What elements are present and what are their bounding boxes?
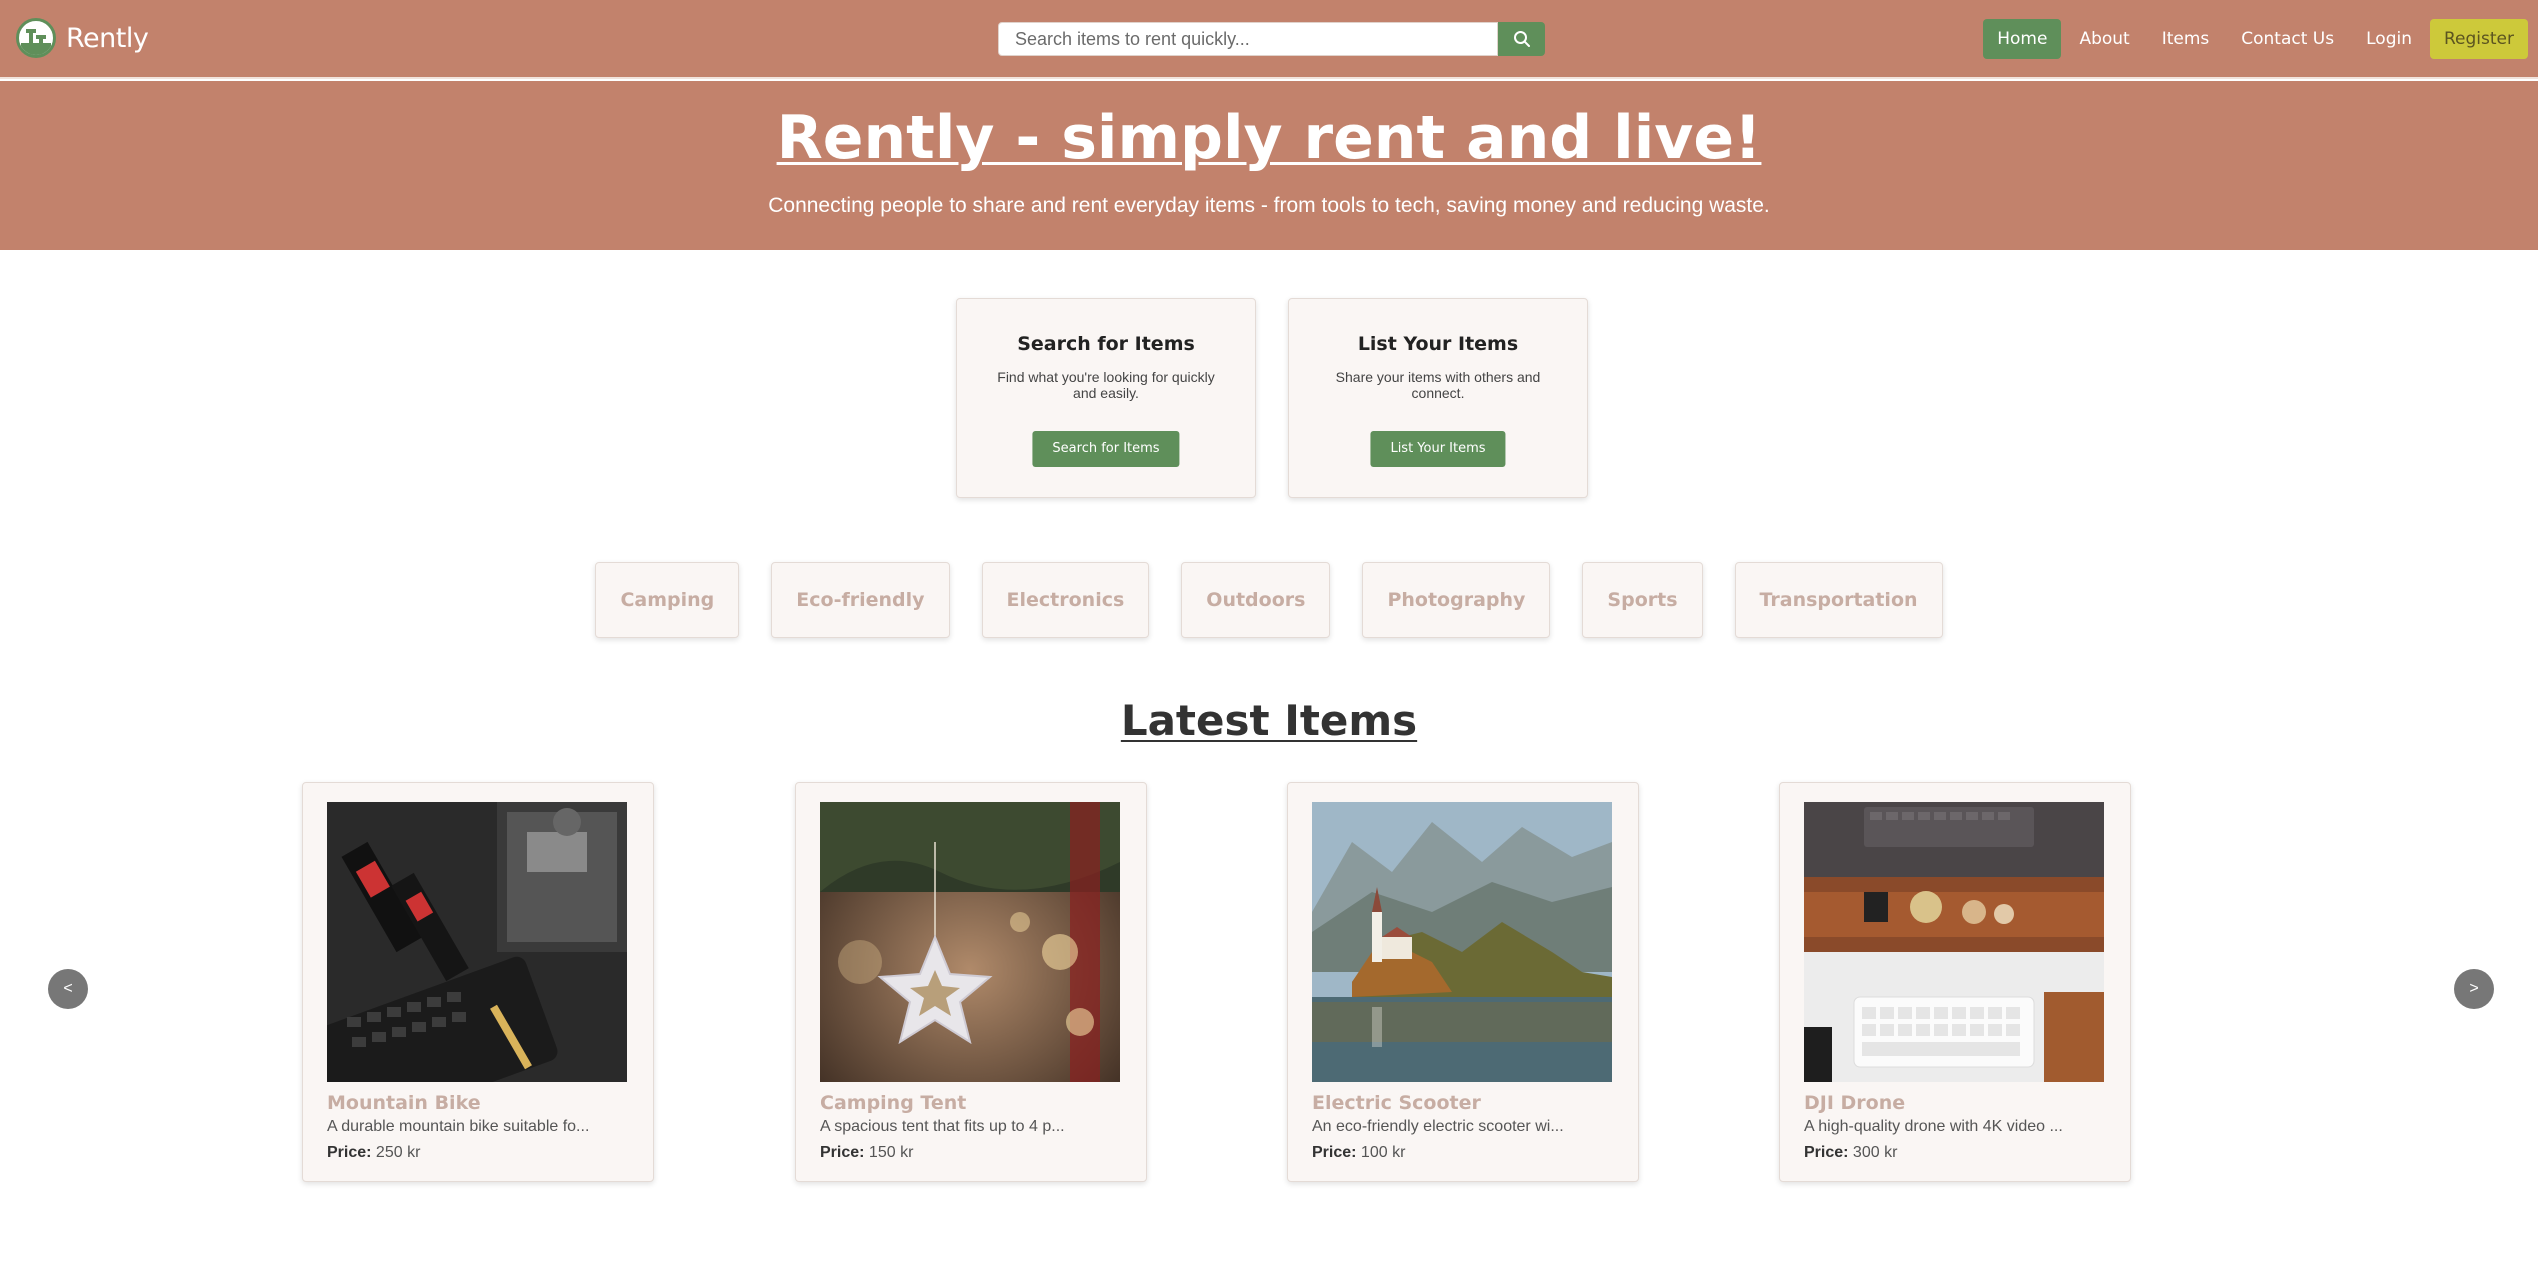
item-price: Price: 150 kr (820, 1144, 913, 1162)
item-card[interactable]: DJI Drone A high-quality drone with 4K v… (1779, 782, 2131, 1182)
item-name: Camping Tent (820, 1092, 967, 1114)
item-image (1312, 802, 1612, 1082)
brand-name[interactable]: Rently (66, 23, 149, 54)
hero-banner: Rently - simply rent and live! Connectin… (0, 81, 2538, 250)
price-value: 100 kr (1360, 1144, 1406, 1161)
search-button[interactable] (1498, 22, 1545, 56)
card-title: Search for Items (1017, 333, 1195, 355)
price-value: 150 kr (868, 1144, 914, 1161)
item-card[interactable]: Mountain Bike A durable mountain bike su… (302, 782, 654, 1182)
navbar: Rently Home About Items Contact Us Login… (0, 0, 2538, 79)
rently-logo-icon (16, 18, 56, 58)
carousel-next-button[interactable]: > (2454, 969, 2494, 1009)
category-outdoors[interactable]: Outdoors (1181, 562, 1331, 638)
category-eco-friendly[interactable]: Eco-friendly (771, 562, 950, 638)
price-label: Price: (1804, 1144, 1849, 1161)
category-camping[interactable]: Camping (595, 562, 740, 638)
nav-about[interactable]: About (2065, 19, 2143, 59)
price-label: Price: (820, 1144, 865, 1161)
category-transportation[interactable]: Transportation (1734, 562, 1943, 638)
price-label: Price: (1312, 1144, 1357, 1161)
item-name: DJI Drone (1804, 1092, 1906, 1114)
item-description: A durable mountain bike suitable fo... (327, 1118, 590, 1135)
search-icon (1513, 31, 1530, 47)
nav-login[interactable]: Login (2352, 19, 2426, 59)
item-price: Price: 250 kr (327, 1144, 420, 1162)
search-input[interactable] (998, 22, 1498, 56)
item-card[interactable]: Camping Tent A spacious tent that fits u… (795, 782, 1147, 1182)
search-bar (998, 22, 1545, 56)
card-text: Find what you're looking for quickly and… (997, 369, 1215, 401)
nav-register[interactable]: Register (2430, 19, 2528, 59)
list-items-card: List Your Items Share your items with ot… (1288, 298, 1588, 498)
item-image (327, 802, 627, 1082)
item-price: Price: 100 kr (1312, 1144, 1405, 1162)
latest-items-heading: Latest Items (1120, 696, 1418, 745)
nav-items[interactable]: Items (2148, 19, 2224, 59)
card-title: List Your Items (1357, 333, 1519, 355)
price-value: 300 kr (1852, 1144, 1898, 1161)
category-sports[interactable]: Sports (1582, 562, 1703, 638)
category-photography[interactable]: Photography (1362, 562, 1551, 638)
card-text: Share your items with others and connect… (1335, 369, 1541, 401)
item-name: Mountain Bike (327, 1092, 481, 1114)
nav-links: Home About Items Contact Us Login Regist… (1983, 19, 2528, 59)
item-description: A high-quality drone with 4K video ... (1804, 1118, 2063, 1135)
brand[interactable]: Rently (16, 18, 149, 58)
item-description: An eco-friendly electric scooter wi... (1312, 1118, 1564, 1135)
item-image (820, 802, 1120, 1082)
search-items-card: Search for Items Find what you're lookin… (956, 298, 1256, 498)
nav-contact-us[interactable]: Contact Us (2227, 19, 2348, 59)
item-card[interactable]: Electric Scooter An eco-friendly electri… (1287, 782, 1639, 1182)
item-name: Electric Scooter (1312, 1092, 1481, 1114)
hero-title: Rently - simply rent and live! (776, 103, 1762, 173)
price-label: Price: (327, 1144, 372, 1161)
category-electronics[interactable]: Electronics (981, 562, 1150, 638)
item-image (1804, 802, 2104, 1082)
item-description: A spacious tent that fits up to 4 p... (820, 1118, 1065, 1135)
nav-home[interactable]: Home (1983, 19, 2062, 59)
category-list: Camping Eco-friendly Electronics Outdoor… (0, 562, 2538, 638)
list-your-items-button[interactable]: List Your Items (1370, 431, 1506, 467)
search-for-items-button[interactable]: Search for Items (1032, 431, 1180, 467)
carousel-prev-button[interactable]: < (48, 969, 88, 1009)
hero-subtitle: Connecting people to share and rent ever… (768, 194, 1770, 217)
item-price: Price: 300 kr (1804, 1144, 1897, 1162)
price-value: 250 kr (375, 1144, 421, 1161)
